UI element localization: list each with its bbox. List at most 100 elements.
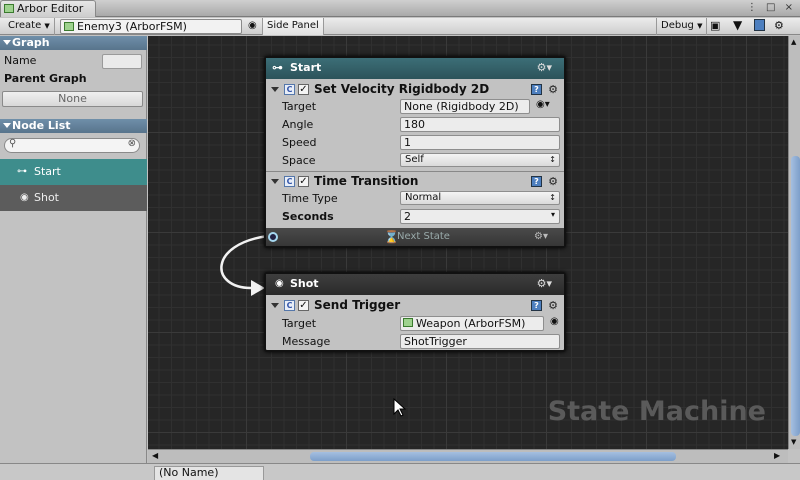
angle-input[interactable]: 180 bbox=[400, 117, 560, 132]
state-title: Start bbox=[290, 61, 322, 74]
graph-section-header[interactable]: Graph bbox=[0, 36, 147, 50]
horizontal-scroll-thumb[interactable] bbox=[310, 452, 676, 461]
field-label: Space bbox=[282, 154, 316, 167]
state-node-start[interactable]: ⊶ Start ⚙▾ C ✓ Set Velocity Rigidbody 2D… bbox=[264, 56, 566, 248]
debug-menu[interactable]: Debug ▼ bbox=[656, 18, 708, 35]
foldout-arrow-icon[interactable] bbox=[271, 87, 279, 92]
parent-graph-label: Parent Graph bbox=[4, 72, 87, 85]
target-object-field[interactable]: Weapon (ArborFSM) bbox=[400, 316, 544, 331]
foldout-arrow-icon[interactable] bbox=[271, 179, 279, 184]
behaviour-gear-icon[interactable]: ⚙ bbox=[548, 81, 558, 98]
field-label: Target bbox=[282, 317, 317, 330]
field-label: Angle bbox=[282, 118, 314, 131]
state-settings-gear-icon[interactable]: ⚙▾ bbox=[537, 58, 552, 78]
clear-search-icon[interactable]: ⊗ bbox=[128, 138, 136, 149]
debug-label: Debug bbox=[661, 20, 694, 31]
create-label: Create bbox=[8, 20, 42, 31]
status-bar: (No Name) bbox=[0, 463, 800, 480]
arbor-editor-icon bbox=[4, 4, 14, 13]
target-object-field[interactable]: None (Rigidbody 2D) bbox=[400, 99, 530, 114]
behaviour-enabled-checkbox[interactable]: ✓ bbox=[298, 300, 309, 311]
field-label: Time Type bbox=[282, 192, 338, 205]
help-icon[interactable]: ? bbox=[531, 176, 542, 187]
graph-object-field[interactable]: Enemy3 (ArborFSM) bbox=[60, 19, 242, 34]
behaviour-gear-icon[interactable]: ⚙ bbox=[548, 173, 558, 190]
vertical-scroll-thumb[interactable] bbox=[791, 156, 800, 436]
foldout-arrow-icon[interactable] bbox=[271, 303, 279, 308]
behaviour-header[interactable]: C ✓ Send Trigger ? ⚙ bbox=[266, 297, 564, 314]
help-icon[interactable]: ? bbox=[531, 84, 542, 95]
node-list-header[interactable]: Node List bbox=[0, 119, 147, 133]
behaviour-title: Set Velocity Rigidbody 2D bbox=[314, 82, 490, 96]
create-button[interactable]: Create ▼ bbox=[4, 18, 55, 35]
field-label: Seconds bbox=[282, 210, 334, 223]
message-input[interactable]: ShotTrigger bbox=[400, 334, 560, 349]
arborfsm-icon bbox=[403, 318, 413, 327]
script-icon: C bbox=[284, 300, 295, 311]
transition-label: Next State bbox=[397, 231, 450, 242]
node-list-item-label: Shot bbox=[34, 191, 59, 204]
scroll-right-arrow-icon[interactable]: ▶ bbox=[774, 451, 780, 460]
state-title: Shot bbox=[290, 277, 319, 290]
help-icon[interactable]: ? bbox=[531, 300, 542, 311]
state-header-start[interactable]: ⊶ Start ⚙▾ bbox=[266, 58, 564, 79]
editor-window-title: Arbor Editor bbox=[17, 2, 84, 15]
arborfsm-icon bbox=[64, 22, 74, 31]
field-label: Speed bbox=[282, 136, 317, 149]
state-header-shot[interactable]: ◉ Shot ⚙▾ bbox=[266, 274, 564, 295]
state-settings-gear-icon[interactable]: ⚙▾ bbox=[537, 274, 552, 294]
parent-graph-button[interactable]: None bbox=[2, 91, 143, 107]
space-dropdown[interactable]: Self bbox=[400, 153, 560, 167]
behaviour-header[interactable]: C ✓ Time Transition ? ⚙ bbox=[266, 173, 564, 190]
filter-icon[interactable]: ▼ bbox=[733, 18, 742, 32]
seconds-input[interactable]: 2 bbox=[400, 209, 560, 224]
window-tab-bar: Arbor Editor ⋮ □ × bbox=[0, 0, 800, 17]
node-list-item-shot[interactable]: ◉ Shot bbox=[0, 185, 147, 211]
graph-canvas[interactable]: ⊶ Start ⚙▾ C ✓ Set Velocity Rigidbody 2D… bbox=[148, 36, 788, 449]
name-label: Name bbox=[4, 54, 37, 67]
help-icon[interactable] bbox=[754, 19, 765, 31]
status-name-field[interactable]: (No Name) bbox=[154, 466, 264, 480]
horizontal-scrollbar[interactable]: ◀ ▶ bbox=[148, 449, 788, 463]
toolbar: Create ▼ Enemy3 (ArborFSM) ◉ Side Panel … bbox=[0, 18, 800, 35]
editor-window-tab[interactable]: Arbor Editor bbox=[0, 0, 96, 17]
behaviour-enabled-checkbox[interactable]: ✓ bbox=[298, 176, 309, 187]
node-list-item-start[interactable]: ⊶ Start bbox=[0, 159, 147, 185]
settings-gear-icon[interactable]: ⚙ bbox=[774, 19, 784, 32]
dropdown-arrow-icon[interactable]: ▾ bbox=[551, 210, 555, 219]
state-icon: ◉ bbox=[20, 192, 29, 203]
script-icon: C bbox=[284, 176, 295, 187]
side-panel: Graph Name Parent Graph None Node List ⚲… bbox=[0, 36, 147, 464]
node-search-input[interactable]: ⚲ ⊗ bbox=[4, 138, 140, 153]
target-value: Weapon (ArborFSM) bbox=[416, 317, 526, 330]
object-picker-icon[interactable]: ◉ bbox=[550, 316, 559, 327]
object-picker-icon[interactable]: ◉▾ bbox=[536, 99, 550, 110]
transition-next-state[interactable]: ⌛ Next State ⚙▾ bbox=[266, 228, 564, 246]
speed-input[interactable]: 1 bbox=[400, 135, 560, 150]
vertical-scrollbar[interactable]: ▲ ▼ bbox=[788, 36, 800, 449]
transition-slot-icon[interactable] bbox=[268, 232, 278, 242]
transition-gear-icon[interactable]: ⚙▾ bbox=[534, 228, 548, 246]
scroll-up-arrow-icon[interactable]: ▲ bbox=[791, 38, 796, 46]
search-icon: ⚲ bbox=[9, 138, 17, 149]
camera-icon[interactable]: ▣ bbox=[710, 19, 720, 32]
script-icon: C bbox=[284, 84, 295, 95]
graph-name: Enemy3 (ArborFSM) bbox=[77, 20, 187, 33]
behaviour-divider bbox=[266, 171, 564, 172]
behaviour-title: Send Trigger bbox=[314, 298, 401, 312]
side-panel-toggle[interactable]: Side Panel bbox=[262, 18, 324, 35]
behaviour-header[interactable]: C ✓ Set Velocity Rigidbody 2D ? ⚙ bbox=[266, 81, 564, 98]
dropdown-arrow-icon: ▼ bbox=[44, 22, 50, 30]
scroll-left-arrow-icon[interactable]: ◀ bbox=[152, 451, 158, 460]
state-icon: ◉ bbox=[275, 278, 284, 289]
window-controls[interactable]: ⋮ □ × bbox=[747, 2, 796, 13]
time-type-dropdown[interactable]: Normal bbox=[400, 191, 560, 205]
state-node-shot[interactable]: ◉ Shot ⚙▾ C ✓ Send Trigger ? ⚙ Target We… bbox=[264, 272, 566, 352]
scroll-down-arrow-icon[interactable]: ▼ bbox=[791, 438, 796, 446]
behaviour-gear-icon[interactable]: ⚙ bbox=[548, 297, 558, 314]
graph-name-field[interactable] bbox=[102, 54, 142, 69]
object-picker-icon[interactable]: ◉ bbox=[248, 20, 257, 31]
node-list-item-label: Start bbox=[34, 165, 61, 178]
state-machine-watermark: State Machine bbox=[547, 396, 766, 427]
behaviour-enabled-checkbox[interactable]: ✓ bbox=[298, 84, 309, 95]
